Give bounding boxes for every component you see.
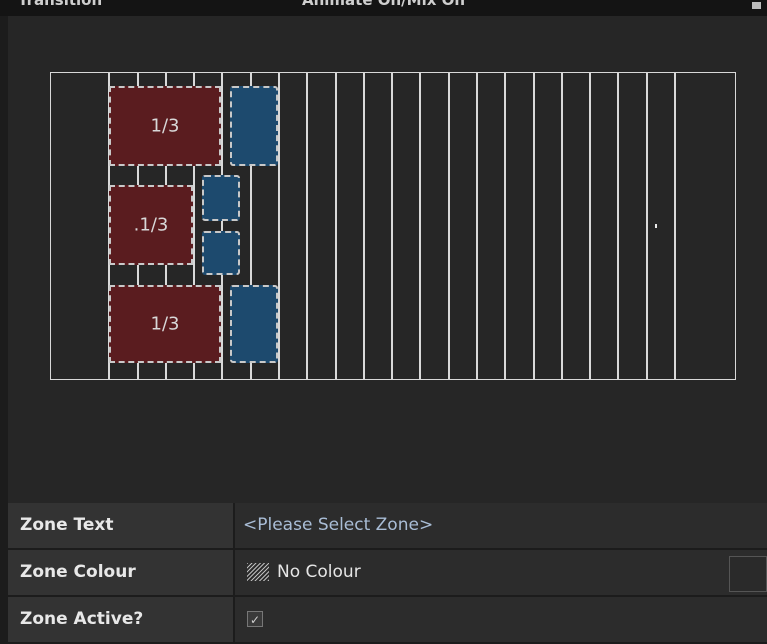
zone-blue-bottom[interactable]: [230, 285, 278, 363]
zone-active-field: ✓: [235, 597, 767, 642]
colour-picker-button[interactable]: [729, 556, 767, 592]
grid-line: [646, 73, 648, 379]
zone-red-top[interactable]: 1/3: [109, 86, 221, 166]
zone-blue-mid-lower[interactable]: [202, 231, 240, 275]
zone-colour-label: Zone Colour: [8, 550, 233, 595]
grid-line: [504, 73, 506, 379]
grid-line: [278, 73, 280, 379]
zone-active-checkbox[interactable]: ✓: [247, 611, 263, 627]
zone-label: 1/3: [150, 313, 180, 335]
zone-label: 1/3: [150, 115, 180, 137]
zone-colour-value: No Colour: [277, 562, 361, 582]
zone-properties: Zone Text <Please Select Zone> Zone Colo…: [8, 503, 767, 644]
zone-colour-field[interactable]: No Colour: [235, 550, 767, 595]
zone-text-value: <Please Select Zone>: [243, 515, 434, 535]
zone-colour-row: Zone Colour No Colour: [8, 550, 767, 595]
grid-line: [448, 73, 450, 379]
title-strip: Transition Animate On/Mix On: [0, 0, 767, 16]
zone-label: .1/3: [133, 214, 169, 236]
zone-active-label: Zone Active?: [8, 597, 233, 642]
zone-text-row: Zone Text <Please Select Zone>: [8, 503, 767, 548]
grid-line: [221, 73, 223, 379]
hatch-pattern-icon: [247, 563, 269, 581]
grid-line: [533, 73, 535, 379]
cursor-marker: [655, 224, 657, 228]
grid-line: [306, 73, 308, 379]
grid-line: [476, 73, 478, 379]
grid-line: [419, 73, 421, 379]
zone-red-bottom[interactable]: 1/3: [109, 285, 221, 363]
zone-text-field[interactable]: <Please Select Zone>: [235, 503, 767, 548]
grid-line: [589, 73, 591, 379]
grid-line: [617, 73, 619, 379]
grid-line: [335, 73, 337, 379]
grid-line: [674, 73, 676, 379]
zone-active-row: Zone Active? ✓: [8, 597, 767, 642]
grid-line: [561, 73, 563, 379]
zone-red-middle[interactable]: .1/3: [109, 185, 193, 265]
zone-layout-grid[interactable]: 1/3 .1/3 1/3: [50, 72, 736, 380]
partial-title-center: Animate On/Mix On: [302, 0, 466, 9]
grid-line: [363, 73, 365, 379]
window-corner-icon[interactable]: [752, 2, 761, 9]
partial-title-left: Transition: [18, 0, 103, 9]
zone-blue-top[interactable]: [230, 86, 278, 166]
zone-blue-mid-upper[interactable]: [202, 175, 240, 221]
grid-line: [391, 73, 393, 379]
zone-text-label: Zone Text: [8, 503, 233, 548]
